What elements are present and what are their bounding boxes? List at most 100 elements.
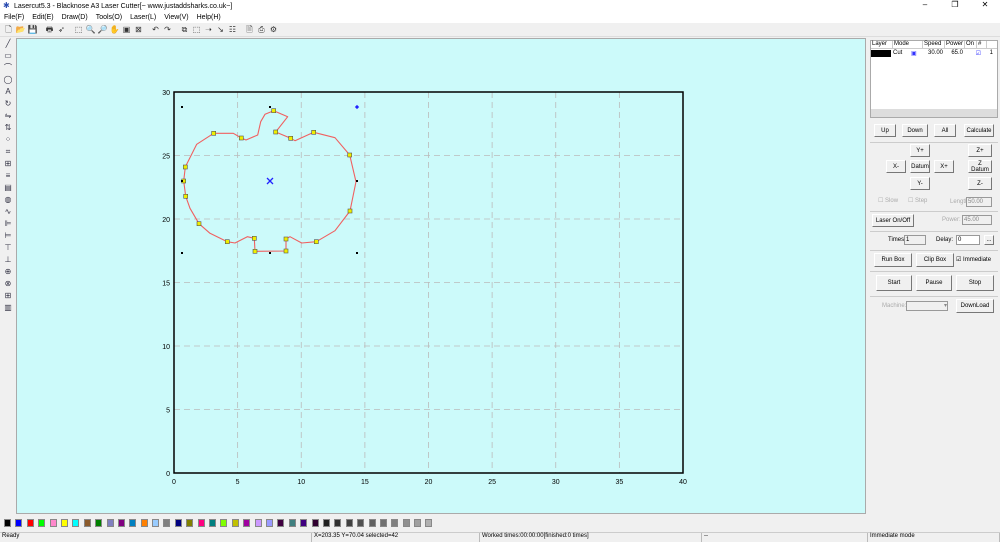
crop-icon[interactable]: ⌗ bbox=[6, 146, 11, 158]
rotate-icon[interactable]: ↻ bbox=[5, 98, 12, 110]
select-icon[interactable]: ➶ bbox=[56, 24, 67, 35]
palette-swatch[interactable] bbox=[357, 519, 365, 527]
machine-icon[interactable]: ⚙ bbox=[268, 24, 279, 35]
palette-swatch[interactable] bbox=[106, 519, 114, 527]
palette-swatch[interactable] bbox=[15, 519, 23, 527]
zoom-page-icon[interactable]: ▣ bbox=[121, 24, 132, 35]
zoom-out-icon[interactable]: 🔎 bbox=[97, 24, 108, 35]
laser-on-off-button[interactable]: Laser On/Off bbox=[872, 214, 914, 227]
center-v-icon[interactable]: ⊗ bbox=[5, 278, 12, 290]
menu-edit[interactable]: Edit(E) bbox=[28, 14, 57, 21]
group-icon[interactable]: ⧉ bbox=[179, 24, 190, 35]
palette-swatch[interactable] bbox=[95, 519, 103, 527]
pan-icon[interactable]: ✋ bbox=[109, 24, 120, 35]
drawing-canvas[interactable]: 0 5 10 15 20 25 30 35 40 0 5 10 15 20 25 30 bbox=[16, 38, 866, 514]
immediate-checkbox[interactable]: ☑ Immediate bbox=[956, 256, 991, 263]
y-minus-button[interactable]: Y- bbox=[910, 177, 930, 190]
palette-swatch[interactable] bbox=[129, 519, 137, 527]
center-h-icon[interactable]: ⊕ bbox=[5, 266, 12, 278]
palette-swatch[interactable] bbox=[72, 519, 80, 527]
zoom-in-icon[interactable]: 🔍 bbox=[85, 24, 96, 35]
z-minus-button[interactable]: Z- bbox=[968, 177, 992, 190]
maximize-button[interactable]: ❐ bbox=[940, 0, 970, 9]
palette-swatch[interactable] bbox=[402, 519, 410, 527]
palette-swatch[interactable] bbox=[231, 519, 239, 527]
palette-swatch[interactable] bbox=[334, 519, 342, 527]
down-button[interactable]: Down bbox=[902, 124, 928, 137]
array-icon[interactable]: ☷ bbox=[227, 24, 238, 35]
palette-swatch[interactable] bbox=[311, 519, 319, 527]
delay-input[interactable]: 0 bbox=[956, 235, 980, 245]
close-button[interactable]: ✕ bbox=[970, 0, 1000, 9]
menu-view[interactable]: View(V) bbox=[160, 14, 192, 21]
z-datum-button[interactable]: Z Datum bbox=[968, 160, 992, 173]
datum-button[interactable]: Datum bbox=[910, 160, 930, 173]
menu-help[interactable]: Help(H) bbox=[193, 14, 225, 21]
z-plus-button[interactable]: Z+ bbox=[968, 144, 992, 157]
print-icon[interactable]: 🖶 bbox=[44, 24, 55, 35]
delay-more-button[interactable]: ... bbox=[984, 235, 994, 245]
all-button[interactable]: All bbox=[934, 124, 956, 137]
palette-swatch[interactable] bbox=[152, 519, 160, 527]
power-input[interactable]: 45.00 bbox=[962, 215, 992, 225]
save-icon[interactable]: 💾 bbox=[27, 24, 38, 35]
palette-swatch[interactable] bbox=[117, 519, 125, 527]
palette-swatch[interactable] bbox=[391, 519, 399, 527]
offset-icon[interactable]: ◍ bbox=[5, 194, 12, 206]
ungroup-icon[interactable]: ⬚ bbox=[191, 24, 202, 35]
open-icon[interactable]: 📂 bbox=[15, 24, 26, 35]
palette-swatch[interactable] bbox=[83, 519, 91, 527]
nodes-icon[interactable]: ⁘ bbox=[5, 134, 12, 146]
grid-icon[interactable]: ⊞ bbox=[5, 158, 12, 170]
palette-swatch[interactable] bbox=[26, 519, 34, 527]
layer-on-checkbox[interactable]: ☑ bbox=[963, 50, 981, 57]
horizontal-scrollbar[interactable] bbox=[871, 109, 997, 117]
text-icon[interactable]: A bbox=[5, 86, 10, 98]
minimize-button[interactable]: – bbox=[910, 0, 940, 9]
menu-laser[interactable]: Laser(L) bbox=[126, 14, 160, 21]
palette-swatch[interactable] bbox=[379, 519, 387, 527]
palette-swatch[interactable] bbox=[140, 519, 148, 527]
palette-swatch[interactable] bbox=[425, 519, 433, 527]
palette-swatch[interactable] bbox=[49, 519, 57, 527]
palette-swatch[interactable] bbox=[368, 519, 376, 527]
palette-swatch[interactable] bbox=[277, 519, 285, 527]
layer-row[interactable]: Cut ▣ 30.00 65.0 ☑ 1 bbox=[871, 49, 997, 57]
preview-icon[interactable]: 🗎 bbox=[244, 24, 255, 35]
download-button[interactable]: DownLoad bbox=[956, 299, 994, 313]
rect-icon[interactable]: ▭ bbox=[4, 50, 12, 62]
mirror-h-icon[interactable]: ⇋ bbox=[5, 110, 12, 122]
palette-swatch[interactable] bbox=[38, 519, 46, 527]
polyline-icon[interactable]: ⌒ bbox=[4, 62, 12, 74]
length-input[interactable]: 50.00 bbox=[966, 197, 992, 207]
palette-swatch[interactable] bbox=[174, 519, 182, 527]
layers-icon[interactable]: ≡ bbox=[6, 170, 11, 182]
palette-swatch[interactable] bbox=[220, 519, 228, 527]
palette-swatch[interactable] bbox=[197, 519, 205, 527]
align-left-icon[interactable]: ⊫ bbox=[5, 218, 12, 230]
undo-icon[interactable]: ↶ bbox=[150, 24, 161, 35]
palette-swatch[interactable] bbox=[345, 519, 353, 527]
output-icon[interactable]: ⎙ bbox=[256, 24, 267, 35]
new-icon[interactable]: 🗋 bbox=[3, 24, 14, 35]
up-button[interactable]: Up bbox=[874, 124, 896, 137]
menu-file[interactable]: File(F) bbox=[0, 14, 28, 21]
step-checkbox[interactable]: ☐ Step bbox=[908, 197, 927, 204]
stack-icon[interactable]: ▥ bbox=[4, 302, 12, 314]
palette-swatch[interactable] bbox=[209, 519, 217, 527]
hatch-icon[interactable]: ▤ bbox=[4, 182, 12, 194]
start-button[interactable]: Start bbox=[876, 275, 912, 291]
times-input[interactable]: 1 bbox=[904, 235, 926, 245]
curve-icon[interactable]: ∿ bbox=[5, 206, 12, 218]
palette-swatch[interactable] bbox=[186, 519, 194, 527]
y-plus-button[interactable]: Y+ bbox=[910, 144, 930, 157]
mirror-v-icon[interactable]: ⇅ bbox=[5, 122, 12, 134]
align-bottom-icon[interactable]: ⊥ bbox=[5, 254, 12, 266]
palette-swatch[interactable] bbox=[4, 519, 11, 527]
palette-swatch[interactable] bbox=[243, 519, 251, 527]
palette-swatch[interactable] bbox=[322, 519, 330, 527]
palette-swatch[interactable] bbox=[265, 519, 273, 527]
run-box-button[interactable]: Run Box bbox=[874, 253, 912, 267]
align-right-icon[interactable]: ⊨ bbox=[5, 230, 12, 242]
ellipse-icon[interactable]: ◯ bbox=[4, 74, 13, 86]
